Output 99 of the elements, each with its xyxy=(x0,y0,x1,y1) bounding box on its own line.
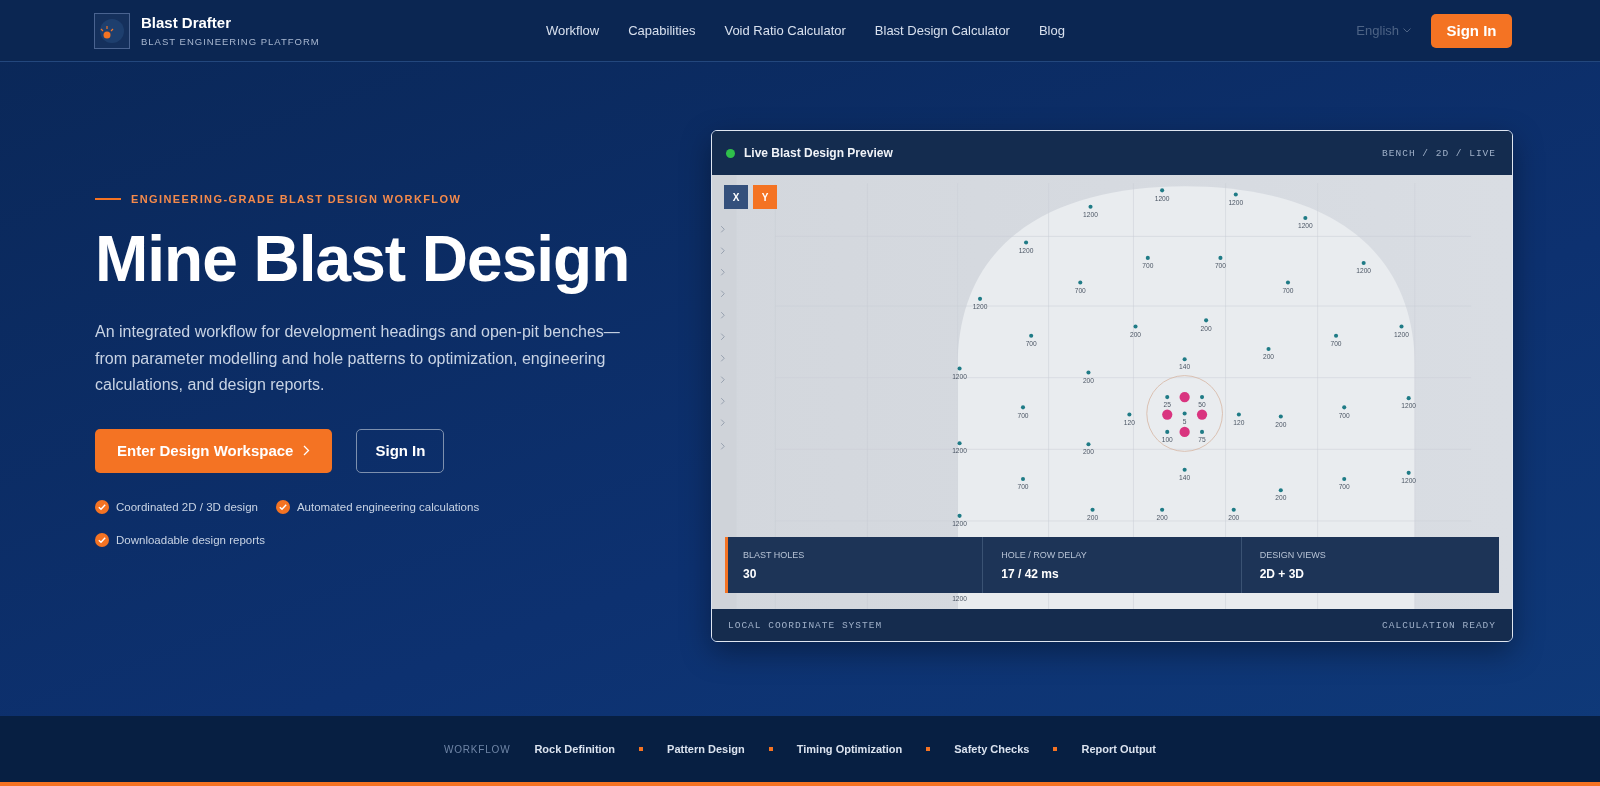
hole-dot xyxy=(1182,467,1187,472)
hole-dot xyxy=(1200,395,1205,400)
axis-toggle[interactable]: X xyxy=(724,185,748,209)
hole-dot xyxy=(1303,215,1308,221)
hole-dot xyxy=(1088,204,1093,209)
workflow-step: Safety Checks xyxy=(954,743,1030,755)
hole-dot xyxy=(1145,255,1150,260)
hole-dot xyxy=(1278,488,1283,493)
coordinate-system-label: LOCAL COORDINATE SYSTEM xyxy=(728,619,883,631)
feature-text: Coordinated 2D / 3D design xyxy=(116,500,258,513)
hole-dot xyxy=(1204,318,1209,323)
chevron-icon xyxy=(303,445,311,456)
hole-dot xyxy=(957,513,962,518)
separator-icon xyxy=(639,747,644,751)
hole-dot xyxy=(1160,188,1165,193)
charge-hole xyxy=(1196,409,1208,420)
chevron-icon[interactable] xyxy=(720,397,725,405)
hole-dot xyxy=(1406,396,1411,401)
hole-dot xyxy=(957,366,962,371)
calculation-status: CALCULATION READY xyxy=(1382,619,1496,631)
separator-icon xyxy=(768,747,773,751)
chevron-icon[interactable] xyxy=(720,354,725,362)
live-status-dot xyxy=(726,148,735,158)
hole-dot xyxy=(1165,395,1170,400)
check-icon xyxy=(95,532,109,547)
feature-text: Automated engineering calculations xyxy=(296,500,480,513)
hole-dot xyxy=(1285,280,1290,285)
stat-value: 2D + 3D xyxy=(1259,566,1305,581)
caret-icon xyxy=(1403,28,1411,33)
stat-label: BLAST HOLES xyxy=(743,549,806,560)
hole-dot xyxy=(1086,442,1091,447)
charge-hole xyxy=(1179,392,1190,403)
chevron-icon[interactable] xyxy=(720,247,725,255)
workflow-step: Timing Optimization xyxy=(796,743,903,755)
hole-dot xyxy=(1182,411,1187,416)
charge-hole xyxy=(1179,426,1190,438)
hole-dot xyxy=(1029,333,1034,338)
stat-value: 30 xyxy=(743,566,758,581)
workflow-step: Pattern Design xyxy=(667,743,745,755)
hole-dot xyxy=(1133,324,1138,329)
sign-in-button[interactable]: Sign In xyxy=(356,428,445,473)
hole-dot xyxy=(1233,192,1238,197)
hole-dot xyxy=(978,296,983,301)
hole-dot xyxy=(1127,412,1132,417)
hole-dot xyxy=(1078,280,1083,285)
stat-label: DESIGN VIEWS xyxy=(1259,549,1327,560)
hero-description: An integrated workflow for development headings and open-pit benches—from parameter modelling and hole patterns to optimization, engineering calculations, and design reports. xyxy=(95,322,621,395)
hole-dot xyxy=(1334,333,1339,338)
hero-title: Mine Blast Design xyxy=(95,222,631,297)
chevron-icon[interactable] xyxy=(720,419,725,427)
eyebrow-text: ENGINEERING-GRADE BLAST DESIGN WORKFLOW xyxy=(131,193,462,205)
hole-dot xyxy=(1020,476,1026,482)
separator-icon xyxy=(926,747,931,751)
chevron-icon[interactable] xyxy=(720,376,725,384)
nav-link[interactable]: Void Ratio Calculator xyxy=(724,23,846,38)
hole-dot xyxy=(1278,414,1283,419)
preview-mode: BENCH / 2D / LIVE xyxy=(1382,147,1496,159)
workflow-step: Rock Definition xyxy=(534,743,616,755)
check-icon xyxy=(275,499,290,514)
hole-dot xyxy=(957,441,962,446)
hole-dot xyxy=(1406,470,1411,475)
hole-dot xyxy=(1086,370,1091,375)
preview-title: Live Blast Design Preview xyxy=(744,146,894,160)
hole-dot xyxy=(1342,476,1347,482)
hole-dot xyxy=(1361,261,1366,266)
chevron-icon[interactable] xyxy=(720,442,725,450)
hole-dot xyxy=(1218,255,1223,260)
hole-dot xyxy=(1090,507,1095,512)
hole-dot xyxy=(1399,324,1404,329)
stat-label: HOLE / ROW DELAY xyxy=(1001,549,1088,560)
nav-link[interactable]: Blast Design Calculator xyxy=(874,23,1010,38)
feature-text: Downloadable design reports xyxy=(116,533,265,546)
chevron-icon[interactable] xyxy=(720,268,725,276)
nav-link[interactable]: Blog xyxy=(1038,23,1065,38)
check-icon xyxy=(95,499,109,514)
chevron-icon[interactable] xyxy=(720,333,725,341)
hole-dot xyxy=(1342,405,1347,410)
hole-dot xyxy=(1266,346,1271,352)
hole-dot xyxy=(1236,412,1241,417)
nav-link[interactable]: Workflow xyxy=(546,23,600,38)
workflow-step: Report Output xyxy=(1081,743,1156,755)
hole-dot xyxy=(1024,240,1029,245)
charge-hole xyxy=(1162,409,1173,420)
chevron-icon[interactable] xyxy=(720,311,725,319)
chevron-icon[interactable] xyxy=(720,290,725,298)
hole-dot xyxy=(1160,507,1165,512)
hole-dot xyxy=(1200,429,1205,434)
chevron-icon[interactable] xyxy=(720,225,725,233)
hole-dot xyxy=(1231,507,1236,512)
separator-icon xyxy=(1053,747,1058,751)
hole-dot xyxy=(1165,429,1170,434)
logo-icon[interactable] xyxy=(94,12,130,49)
brand-tagline: BLAST ENGINEERING PLATFORM xyxy=(141,36,320,47)
nav-link[interactable]: Capabilities xyxy=(628,23,696,38)
brand-name: Blast Drafter xyxy=(141,14,233,31)
stat-value: 17 / 42 ms xyxy=(1001,566,1060,581)
workflow-label: WORKFLOW xyxy=(444,743,511,755)
hole-dot xyxy=(1182,357,1187,362)
hole-dot xyxy=(1020,405,1026,410)
